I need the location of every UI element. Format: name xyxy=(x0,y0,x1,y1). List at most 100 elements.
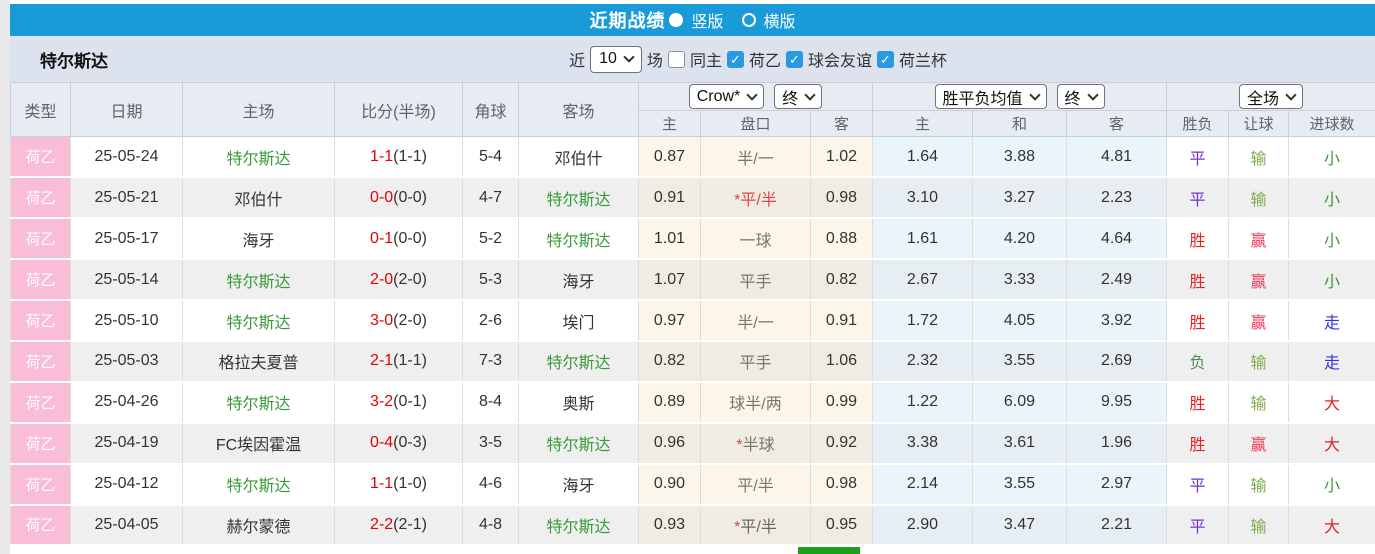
subheader-let-goal: 让球 xyxy=(1228,110,1290,137)
avg-away-cell: 2.49 xyxy=(1065,259,1168,302)
odds-state-value: 终 xyxy=(782,90,799,108)
odds-state-select[interactable]: 终 xyxy=(774,84,823,109)
odds-away-cell: 0.98 xyxy=(810,177,873,220)
away-team-cell: 埃门 xyxy=(518,300,639,342)
score-cell: 1-1(1-1) xyxy=(334,136,463,179)
handicap-text: 平/半 xyxy=(737,478,774,496)
odds-home-cell: 0.97 xyxy=(638,300,701,342)
subheader-odds-home: 主 xyxy=(638,110,701,137)
avg-odds-select[interactable]: 胜平负均值 xyxy=(934,84,1047,109)
home-team-cell: 海牙 xyxy=(182,218,335,261)
goals-cell: 小 xyxy=(1288,218,1375,261)
halftime-score: (0-0) xyxy=(393,229,427,247)
corner-cell: 5-3 xyxy=(462,259,519,302)
halftime-score: (2-1) xyxy=(393,515,427,533)
goals-cell: 小 xyxy=(1288,259,1375,302)
chevron-down-icon xyxy=(1285,88,1297,101)
corner-cell: 5-2 xyxy=(462,218,519,261)
corner-cell: 8-4 xyxy=(462,381,519,424)
handicap-cell: 半/一 xyxy=(700,300,811,342)
avg-home-cell: 2.90 xyxy=(872,504,973,547)
subheader-avg-draw: 和 xyxy=(972,110,1067,137)
chevron-down-icon xyxy=(746,88,758,101)
avg-draw-cell: 6.09 xyxy=(972,381,1067,424)
scope-select[interactable]: 全场 xyxy=(1239,84,1304,109)
radio-horizontal-label[interactable]: 横版 xyxy=(764,8,796,32)
match-row: 荷乙 25-05-17 海牙 0-1(0-0) 5-2 特尔斯达 1.01 一球… xyxy=(10,218,1375,261)
recent-results-panel: 近期战绩 竖版 横版 特尔斯达 近 10 场 同主 荷乙 球会友谊 荷兰杯 xyxy=(10,0,1375,554)
away-team-cell: 奥斯 xyxy=(518,381,639,424)
match-row: 荷乙 25-05-03 格拉夫夏普 2-1(1-1) 7-3 特尔斯达 0.82… xyxy=(10,340,1375,383)
fulltime-score: 1-1 xyxy=(370,475,394,493)
league-label[interactable]: 荷乙 xyxy=(749,47,781,71)
same-home-label[interactable]: 同主 xyxy=(690,47,722,71)
filter-controls-row: 特尔斯达 近 10 场 同主 荷乙 球会友谊 荷兰杯 xyxy=(10,36,1375,82)
avg-home-cell: 1.72 xyxy=(872,300,973,342)
away-team-cell: 海牙 xyxy=(518,463,639,506)
odds-away-cell: 0.88 xyxy=(810,218,873,261)
handicap-text: 平手 xyxy=(739,273,772,291)
friendly-label[interactable]: 球会友谊 xyxy=(808,47,872,71)
radio-vertical-label[interactable]: 竖版 xyxy=(691,8,723,32)
league-type-cell: 荷乙 xyxy=(10,422,71,465)
odds-away-cell: 0.91 xyxy=(810,300,873,342)
league-type-cell: 荷乙 xyxy=(10,259,71,302)
subheader-avg-away: 客 xyxy=(1065,110,1168,137)
cup-label[interactable]: 荷兰杯 xyxy=(899,47,947,71)
score-cell: 1-1(1-0) xyxy=(334,463,463,506)
odds-home-cell: 0.89 xyxy=(638,381,701,424)
odds-home-cell: 0.82 xyxy=(638,340,701,383)
corner-cell: 5-4 xyxy=(462,136,519,179)
fulltime-score: 0-1 xyxy=(370,229,394,247)
subheader-handicap: 盘口 xyxy=(700,110,811,137)
avg-state-select[interactable]: 终 xyxy=(1056,84,1105,109)
league-type-cell: 荷乙 xyxy=(10,504,71,547)
handicap-cell: 平/半 xyxy=(700,463,811,506)
avg-draw-cell: 3.88 xyxy=(972,136,1067,179)
chevron-down-icon xyxy=(1028,88,1041,101)
league-type-cell: 荷乙 xyxy=(10,218,71,261)
chevron-down-icon xyxy=(1086,88,1099,101)
odds-away-cell: 1.02 xyxy=(810,136,873,179)
handicap-text: 平手 xyxy=(739,355,772,373)
goals-cell: 走 xyxy=(1288,340,1375,383)
home-team-cell: 赫尔蒙德 xyxy=(182,504,335,547)
same-home-checkbox[interactable] xyxy=(667,50,685,68)
radio-selected-icon[interactable] xyxy=(669,13,684,27)
result-cell: 平 xyxy=(1166,177,1230,220)
halftime-score: (2-0) xyxy=(393,270,427,288)
friendly-checkbox[interactable] xyxy=(785,50,803,68)
goals-cell: 走 xyxy=(1288,300,1375,342)
radio-unselected-icon[interactable] xyxy=(741,13,756,27)
avg-odds-value: 胜平负均值 xyxy=(942,90,1023,108)
odds-away-cell: 0.95 xyxy=(810,504,873,547)
home-team-cell: FC埃因霍温 xyxy=(182,422,335,465)
bookmaker-select[interactable]: Crow* xyxy=(688,84,765,109)
away-team-cell: 特尔斯达 xyxy=(518,218,639,261)
league-checkbox[interactable] xyxy=(726,50,744,68)
date-cell: 25-04-12 xyxy=(70,463,183,506)
chevron-down-icon xyxy=(804,88,816,101)
subheader-odds-away: 客 xyxy=(810,110,873,137)
halftime-score: (1-0) xyxy=(393,475,427,493)
panel-title: 近期战绩 xyxy=(589,11,666,31)
subheader-goals: 进球数 xyxy=(1288,110,1375,137)
let-goal-cell: 赢 xyxy=(1228,218,1290,261)
odds-group-header: Crow* 终 xyxy=(638,82,873,111)
score-cell: 0-0(0-0) xyxy=(334,177,463,220)
goals-cell: 大 xyxy=(1288,381,1375,424)
fulltime-score: 2-2 xyxy=(370,515,394,533)
match-count-select[interactable]: 10 xyxy=(590,45,642,73)
result-cell: 胜 xyxy=(1166,218,1230,261)
league-type-cell: 荷乙 xyxy=(10,300,71,342)
match-row: 荷乙 25-04-26 特尔斯达 3-2(0-1) 8-4 奥斯 0.89 球半… xyxy=(10,381,1375,424)
col-header-date: 日期 xyxy=(70,82,183,137)
date-cell: 25-04-26 xyxy=(70,381,183,424)
away-team-cell: 特尔斯达 xyxy=(518,177,639,220)
odds-home-cell: 1.01 xyxy=(638,218,701,261)
date-cell: 25-05-24 xyxy=(70,136,183,179)
avg-home-cell: 1.22 xyxy=(872,381,973,424)
cup-checkbox[interactable] xyxy=(876,50,894,68)
halftime-score: (2-0) xyxy=(393,311,427,329)
league-type-cell: 荷乙 xyxy=(10,463,71,506)
